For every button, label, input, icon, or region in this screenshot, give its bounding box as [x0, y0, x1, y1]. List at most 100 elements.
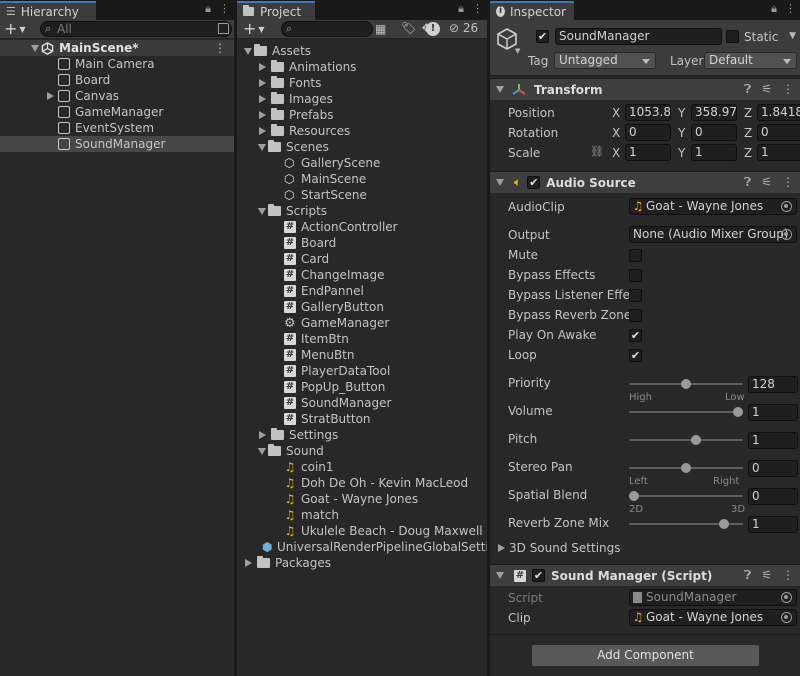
transform-position-x-input[interactable]: 1053.8: [625, 104, 671, 121]
loop-checkbox[interactable]: ✔: [629, 349, 642, 362]
hierarchy-search-input[interactable]: ⌕ All: [40, 21, 232, 37]
stereo-pan-value-input[interactable]: 0: [748, 460, 798, 477]
project-item[interactable]: Sound: [237, 443, 487, 459]
fold-arrow-icon[interactable]: [259, 63, 266, 71]
scene-search-icon[interactable]: [218, 23, 229, 34]
audio-source-enabled-checkbox[interactable]: ✔: [527, 176, 541, 189]
tab-hierarchy[interactable]: ☰ Hierarchy: [0, 1, 96, 20]
project-item[interactable]: ⬢ UniversalRenderPipelineGlobalSetti: [237, 539, 487, 555]
help-icon[interactable]: ❓︎: [744, 175, 751, 190]
volume-value-input[interactable]: 1: [748, 404, 798, 421]
fold-arrow-icon[interactable]: [496, 179, 504, 186]
fold-arrow-icon[interactable]: [258, 207, 266, 215]
lock-icon[interactable]: 🔒︎: [458, 2, 464, 16]
hierarchy-item[interactable]: Main Camera: [0, 56, 234, 72]
project-item[interactable]: # PopUp_Button: [237, 379, 487, 395]
project-item[interactable]: # ItemBtn: [237, 331, 487, 347]
sound-manager-header[interactable]: # ✔ Sound Manager (Script) ❓︎ ⚟ ⋮: [490, 564, 800, 586]
layer-dropdown[interactable]: Default: [704, 52, 797, 69]
fold-arrow-icon[interactable]: [496, 86, 504, 93]
presets-icon[interactable]: ⚟: [761, 568, 772, 583]
project-item[interactable]: # StratButton: [237, 411, 487, 427]
bypass-effects-checkbox[interactable]: [629, 269, 642, 282]
project-item[interactable]: ⬡ MainScene: [237, 171, 487, 187]
project-item[interactable]: Scenes: [237, 139, 487, 155]
hierarchy-item[interactable]: Canvas: [0, 88, 234, 104]
kebab-menu-icon[interactable]: ⋮: [782, 175, 794, 190]
audio-source-header[interactable]: 🔈︎ ✔ Audio Source ❓︎ ⚟ ⋮: [490, 171, 800, 193]
lock-icon[interactable]: 🔒︎: [771, 2, 777, 16]
axis-label[interactable]: X: [612, 106, 620, 120]
project-item[interactable]: ♫ Ukulele Beach - Doug Maxwell: [237, 523, 487, 539]
hierarchy-item[interactable]: GameManager: [0, 104, 234, 120]
project-item[interactable]: ♫ Goat - Wayne Jones: [237, 491, 487, 507]
search-by-type-icon[interactable]: ▦: [375, 22, 386, 36]
project-item[interactable]: Scripts: [237, 203, 487, 219]
create-dropdown-button[interactable]: + ▼: [4, 20, 26, 39]
project-item[interactable]: # Card: [237, 251, 487, 267]
volume-slider-knob[interactable]: [733, 407, 743, 417]
priority-value-input[interactable]: 128: [748, 376, 798, 393]
hierarchy-item[interactable]: SoundManager: [0, 136, 234, 152]
axis-label[interactable]: Z: [744, 106, 752, 120]
project-item[interactable]: # ActionController: [237, 219, 487, 235]
play-on-awake-checkbox[interactable]: ✔: [629, 329, 642, 342]
static-dropdown-icon[interactable]: ▼: [789, 31, 796, 41]
project-item[interactable]: # MenuBtn: [237, 347, 487, 363]
fold-arrow-icon[interactable]: [259, 111, 266, 119]
hierarchy-item[interactable]: EventSystem: [0, 120, 234, 136]
transform-scale-y-input[interactable]: 1: [691, 144, 737, 161]
priority-slider-knob[interactable]: [681, 379, 691, 389]
pitch-slider-track[interactable]: [629, 435, 743, 445]
project-item[interactable]: Fonts: [237, 75, 487, 91]
project-item[interactable]: Packages: [237, 555, 487, 571]
transform-header[interactable]: Transform ❓︎ ⚟ ⋮: [490, 78, 800, 100]
kebab-menu-icon[interactable]: ⋮: [785, 2, 796, 16]
axis-label[interactable]: X: [612, 126, 620, 140]
transform-scale-z-input[interactable]: 1: [757, 144, 800, 161]
project-item[interactable]: Settings: [237, 427, 487, 443]
kebab-menu-icon[interactable]: ⋮: [782, 82, 794, 97]
project-item[interactable]: ⬡ StartScene: [237, 187, 487, 203]
chevron-down-icon[interactable]: ▼: [515, 47, 520, 55]
bypass-listener-checkbox[interactable]: [629, 289, 642, 302]
scene-row[interactable]: MainScene* ⋮: [0, 40, 234, 56]
constrain-proportions-icon[interactable]: ⛓: [590, 145, 604, 158]
axis-label[interactable]: Y: [678, 146, 685, 160]
fold-arrow-icon[interactable]: [259, 127, 266, 135]
hidden-packages-toggle[interactable]: ⊘ 26: [449, 21, 478, 35]
transform-position-z-input[interactable]: 1.8418: [757, 104, 800, 121]
fold-arrow-icon[interactable]: [258, 143, 266, 151]
axis-label[interactable]: Y: [678, 106, 685, 120]
fold-arrow-icon[interactable]: [47, 92, 54, 100]
sound-manager-enabled-checkbox[interactable]: ✔: [532, 569, 545, 582]
info-icon[interactable]: !: [426, 22, 440, 36]
clip-field[interactable]: ♫ Goat - Wayne Jones: [629, 609, 797, 626]
object-picker-icon[interactable]: [781, 612, 792, 623]
tab-inspector[interactable]: i Inspector: [490, 1, 574, 20]
project-item[interactable]: # GalleryButton: [237, 299, 487, 315]
fold-arrow-icon[interactable]: [259, 431, 266, 439]
transform-scale-x-input[interactable]: 1: [625, 144, 671, 161]
kebab-menu-icon[interactable]: ⋮: [782, 568, 794, 583]
tab-project[interactable]: Project: [237, 1, 315, 20]
stereo-pan-slider-knob[interactable]: [681, 463, 691, 473]
priority-slider-track[interactable]: [629, 379, 743, 389]
axis-label[interactable]: Z: [744, 126, 752, 140]
fold-arrow-icon[interactable]: [498, 544, 505, 552]
lock-icon[interactable]: 🔒︎: [205, 2, 211, 16]
project-item[interactable]: ♫ match: [237, 507, 487, 523]
volume-slider-track[interactable]: [629, 407, 743, 417]
presets-icon[interactable]: ⚟: [761, 175, 772, 190]
add-component-button[interactable]: Add Component: [531, 644, 760, 667]
project-item[interactable]: # ChangeImage: [237, 267, 487, 283]
project-item[interactable]: ♫ Doh De Oh - Kevin MacLeod: [237, 475, 487, 491]
project-item[interactable]: ♫ coin1: [237, 459, 487, 475]
axis-label[interactable]: Y: [678, 126, 685, 140]
reverb-zone-mix-slider-knob[interactable]: [719, 519, 730, 529]
fold-arrow-icon[interactable]: [259, 79, 266, 87]
output-field[interactable]: None (Audio Mixer Group): [629, 226, 797, 243]
reverb-zone-mix-slider-track[interactable]: [629, 519, 743, 529]
active-checkbox[interactable]: ✔: [536, 30, 549, 43]
transform-rotation-x-input[interactable]: 0: [625, 124, 671, 141]
